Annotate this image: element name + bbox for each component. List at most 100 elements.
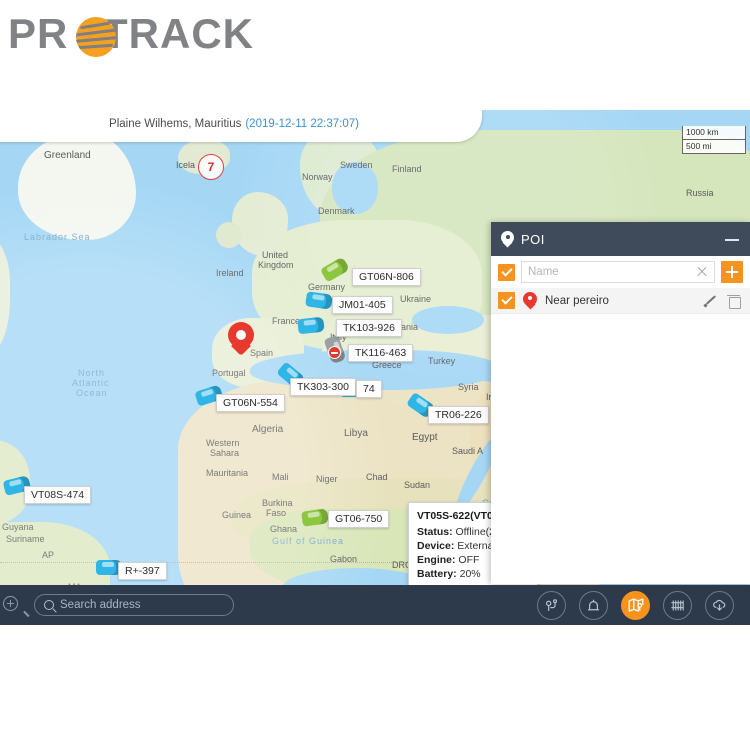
vehicle-label[interactable]: TK103-926 <box>336 319 402 337</box>
poi-search-box[interactable] <box>521 261 715 283</box>
scale-km: 1000 km <box>682 126 746 140</box>
geo-label: Portugal <box>212 368 246 378</box>
landmass-canada <box>0 230 10 360</box>
geo-label: Gulf of Guinea <box>272 536 345 546</box>
poi-item-checkbox[interactable] <box>498 292 515 309</box>
zoom-in-icon[interactable] <box>0 594 34 618</box>
poi-list[interactable]: Near pereiro <box>491 288 750 584</box>
geo-label: Denmark <box>318 206 355 216</box>
geo-label: Sweden <box>340 160 373 170</box>
vehicle-label[interactable]: GT06N-806 <box>352 268 421 286</box>
geo-label: Atlantic <box>72 378 110 388</box>
geo-label: Libya <box>344 428 368 439</box>
address-search-input[interactable] <box>60 599 224 611</box>
black-sea <box>412 306 484 334</box>
brand-logo: PROTRACK <box>8 10 254 58</box>
device-info-key: Battery: <box>417 568 457 580</box>
geo-label: Guyana <box>2 522 34 532</box>
minimize-icon[interactable] <box>724 231 740 247</box>
geo-label: Chad <box>366 472 388 482</box>
geo-label: Norway <box>302 172 333 182</box>
toolbar-actions <box>537 590 750 620</box>
geo-label: Faso <box>266 508 287 518</box>
geo-label: France <box>272 316 301 326</box>
address-place: Plaine Wilhems, Mauritius <box>109 118 242 130</box>
pin-dot <box>236 330 246 340</box>
geo-label: Burkina <box>262 498 293 508</box>
grid-fence-icon[interactable] <box>663 590 692 620</box>
geo-label: Finland <box>392 164 422 174</box>
landmass-ireland <box>216 222 242 248</box>
geo-label: Icela <box>176 160 196 170</box>
poi-search-row <box>491 256 750 288</box>
geo-label: Egypt <box>412 432 438 443</box>
poi-add-button[interactable] <box>721 261 743 283</box>
location-pin-icon <box>523 291 537 310</box>
geo-label: Labrador Sea <box>24 232 91 242</box>
geo-label: Ireland <box>216 268 244 278</box>
pencil-icon[interactable] <box>703 293 718 308</box>
poi-list-item[interactable]: Near pereiro <box>491 288 750 314</box>
geo-label: Guinea <box>222 510 252 520</box>
geo-label: AP <box>42 550 55 560</box>
vehicle-icon <box>297 316 325 335</box>
geo-label: Syria <box>458 382 479 392</box>
poi-panel-title: POI <box>521 231 545 247</box>
map-poi-pin[interactable] <box>228 322 254 356</box>
geo-label: Algeria <box>252 424 284 435</box>
address-search-box[interactable] <box>34 594 234 616</box>
track-pin-icon[interactable] <box>537 590 566 620</box>
geo-label: Mauritania <box>206 468 249 478</box>
map-stage[interactable]: Greenland Icela Labrador Sea Norway Sweden Fi… <box>0 110 750 625</box>
device-info-key: Engine: <box>417 554 456 566</box>
search-icon <box>44 600 54 610</box>
map-poi-icon[interactable] <box>621 590 650 620</box>
map-scale-bar: 1000 km 500 mi <box>682 126 746 154</box>
vehicle-label[interactable]: R+-397 <box>118 562 167 580</box>
poi-panel-header: POI <box>491 222 750 256</box>
geo-label: Sahara <box>210 448 240 458</box>
globe-icon <box>76 17 116 57</box>
geo-label: Ukraine <box>400 294 432 304</box>
address-tooltip: Plaine Wilhems, Mauritius (2019-12-11 22… <box>0 110 482 142</box>
brand-name-pre: PR <box>8 10 69 57</box>
alarm-bell-icon[interactable] <box>579 590 608 620</box>
vehicle-label[interactable]: TR06-226 <box>428 406 489 424</box>
geo-label: Turkey <box>428 356 456 366</box>
vehicle-label[interactable]: GT06N-554 <box>216 394 285 412</box>
geo-label: Western <box>206 438 240 448</box>
device-info-key: Device: <box>417 540 455 552</box>
geo-label: North <box>78 368 106 378</box>
landmass-greenland <box>18 132 136 240</box>
address-timestamp: (2019-12-11 22:37:07) <box>245 118 359 130</box>
geo-label: Russia <box>686 188 714 198</box>
geo-label: Ghana <box>270 524 298 534</box>
brand-header: PROTRACK <box>0 0 750 110</box>
geo-label: United <box>262 250 289 260</box>
close-icon[interactable] <box>696 266 708 278</box>
poi-select-all-checkbox[interactable] <box>498 263 515 281</box>
location-pin-icon <box>501 231 514 248</box>
brand-name-post: TRACK <box>102 10 255 57</box>
vehicle-label[interactable]: 74 <box>356 380 382 398</box>
cloud-download-icon[interactable] <box>705 590 734 620</box>
vehicle-label[interactable]: GT06-750 <box>328 510 390 528</box>
app-root: PROTRACK <box>0 0 750 750</box>
vehicle-label[interactable]: VT08S-474 <box>24 486 92 504</box>
poi-item-name: Near pereiro <box>545 294 609 307</box>
cluster-marker[interactable]: 7 <box>198 154 224 180</box>
no-entry-icon <box>328 346 341 359</box>
vehicle-label[interactable]: JM01-405 <box>332 296 393 314</box>
geo-label: Sudan <box>404 480 431 490</box>
geo-label: Niger <box>316 474 338 484</box>
geo-label: Germany <box>308 282 346 292</box>
geo-label: Kingdom <box>258 260 294 270</box>
device-info-key: Status: <box>417 526 453 538</box>
bottom-toolbar <box>0 585 750 625</box>
poi-search-input[interactable] <box>528 266 696 278</box>
landmass-britain <box>232 192 288 256</box>
trash-icon[interactable] <box>726 293 741 309</box>
vehicle-label[interactable]: TK116-463 <box>348 344 414 362</box>
vehicle-label[interactable]: TK303-300 <box>290 378 356 396</box>
poi-panel[interactable]: POI Near pereiro <box>491 222 750 584</box>
